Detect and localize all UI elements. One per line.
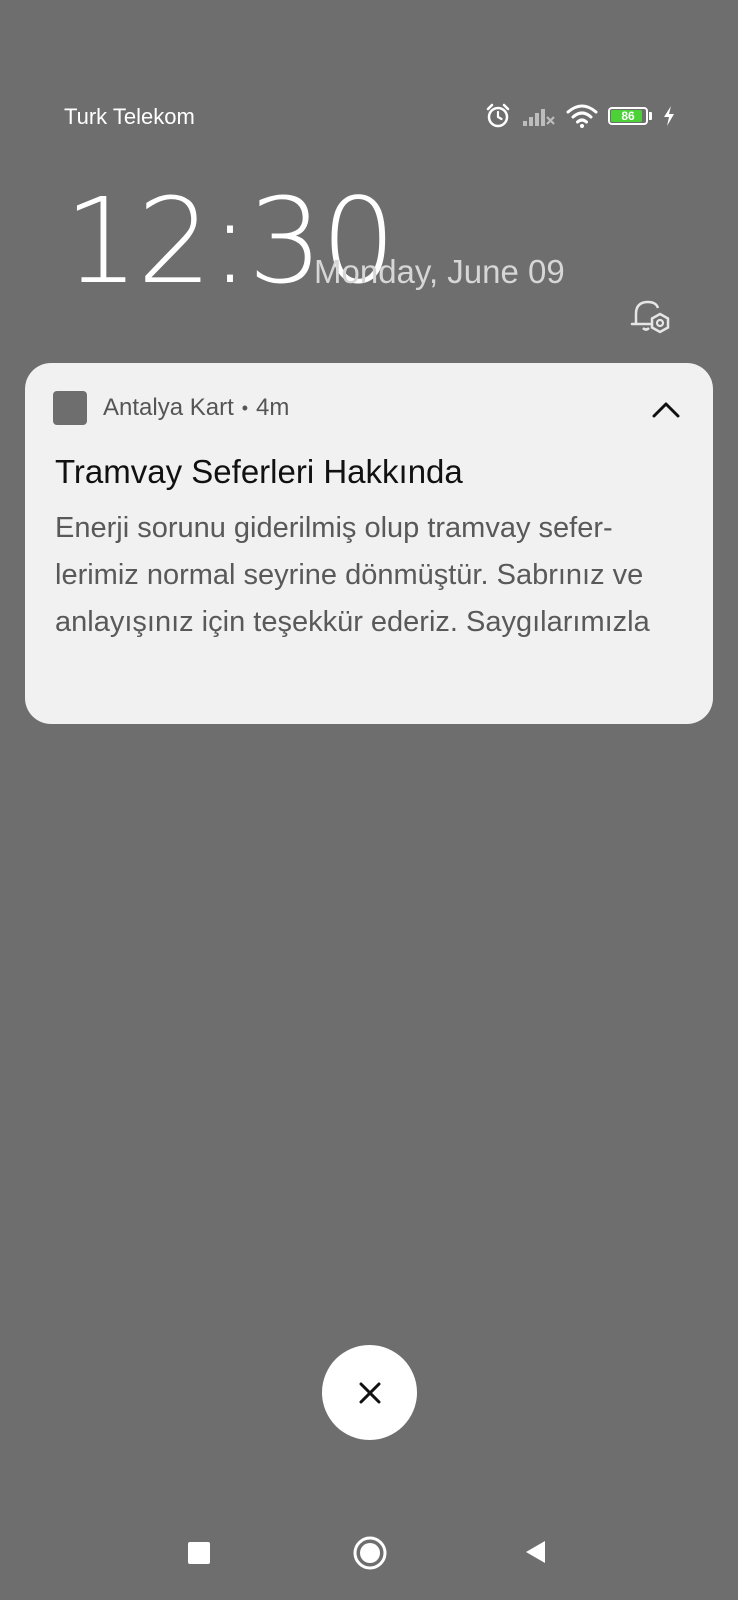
notification-settings-icon[interactable] bbox=[626, 292, 674, 340]
recents-button[interactable] bbox=[188, 1542, 210, 1564]
app-name: Antalya Kart bbox=[103, 394, 234, 421]
wifi-icon bbox=[566, 103, 598, 129]
notification-card[interactable]: Antalya Kart • 4m Tramvay Seferleri Hakk… bbox=[25, 363, 713, 724]
home-icon bbox=[353, 1536, 387, 1570]
notification-time: 4m bbox=[256, 394, 290, 421]
home-button[interactable] bbox=[351, 1534, 389, 1572]
separator-dot: • bbox=[241, 397, 249, 418]
close-icon bbox=[359, 1382, 380, 1403]
back-button[interactable] bbox=[522, 1538, 550, 1566]
charging-icon bbox=[662, 105, 676, 127]
app-icon bbox=[53, 391, 87, 425]
chevron-up-icon bbox=[652, 402, 680, 418]
back-icon bbox=[526, 1541, 545, 1563]
carrier-name: Turk Telekom bbox=[64, 104, 195, 129]
alarm-icon bbox=[484, 102, 512, 130]
navigation-bar bbox=[0, 1520, 738, 1592]
clear-notifications-button[interactable] bbox=[322, 1345, 417, 1440]
status-icons: 86 bbox=[484, 102, 676, 130]
notification-header: Antalya Kart • 4m bbox=[53, 391, 289, 425]
signal-icon bbox=[522, 104, 556, 128]
collapse-button[interactable] bbox=[649, 393, 683, 427]
battery-level: 86 bbox=[621, 109, 635, 123]
notification-title: Tramvay Seferleri Hakkında bbox=[55, 453, 463, 490]
status-bar: Turk Telekom 86 bbox=[0, 96, 738, 140]
notification-body: Enerji sorunu giderilmiş olup tramvay se… bbox=[55, 512, 650, 638]
lockscreen-date: Monday, June 09 bbox=[314, 253, 565, 290]
battery-icon: 86 bbox=[608, 107, 652, 125]
